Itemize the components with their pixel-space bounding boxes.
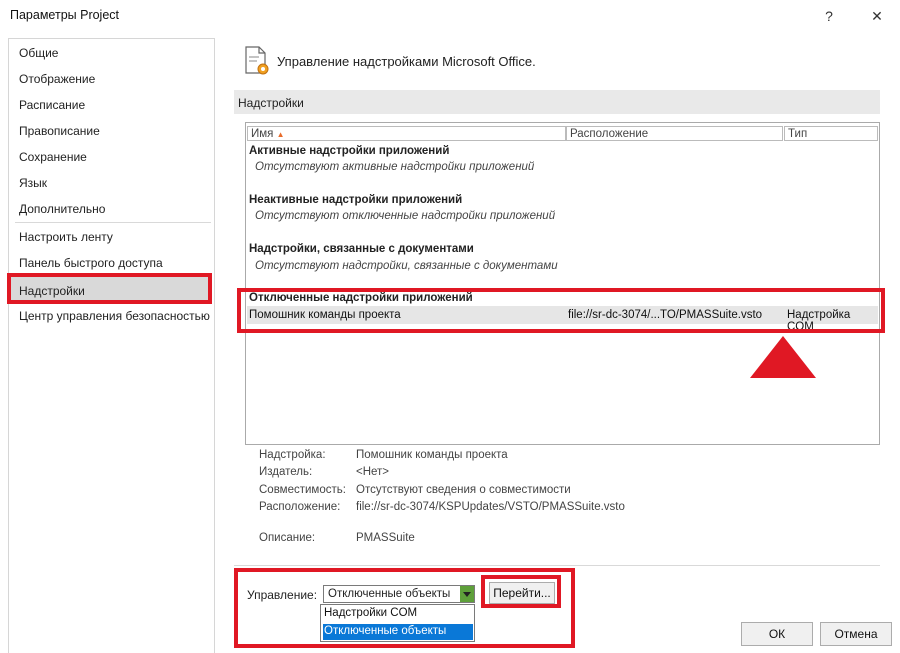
- sidebar-item-schedule[interactable]: Расписание: [19, 98, 85, 112]
- detail-addin-label: Надстройка:: [259, 449, 326, 461]
- title-bar: [0, 0, 900, 32]
- divider: [234, 565, 880, 566]
- triangle-marker-icon: [748, 334, 818, 380]
- ok-button[interactable]: ОК: [741, 622, 813, 646]
- sidebar-item-quick-access[interactable]: Панель быстрого доступа: [19, 256, 163, 270]
- group-empty-active: Отсутствуют активные надстройки приложен…: [255, 161, 535, 173]
- group-empty-document: Отсутствуют надстройки, связанные с доку…: [255, 260, 558, 272]
- window-title: Параметры Project: [10, 8, 120, 22]
- detail-location-label: Расположение:: [259, 501, 341, 513]
- highlight-box-manage: [234, 568, 575, 648]
- detail-addin-value: Помошник команды проекта: [356, 449, 508, 461]
- sidebar-divider: [15, 222, 211, 223]
- group-title-active: Активные надстройки приложений: [249, 145, 450, 157]
- sidebar-item-display[interactable]: Отображение: [19, 72, 95, 86]
- sidebar-item-customize-ribbon[interactable]: Настроить ленту: [19, 230, 113, 244]
- addins-icon: [243, 45, 271, 77]
- sidebar-item-general[interactable]: Общие: [19, 46, 58, 60]
- addins-list[interactable]: Имя ▲ Расположение Тип Активные надстрой…: [245, 122, 880, 445]
- group-empty-inactive: Отсутствуют отключенные надстройки прило…: [255, 210, 556, 222]
- help-button[interactable]: ?: [814, 4, 844, 28]
- section-bar: [234, 90, 880, 114]
- detail-compat-value: Отсутствуют сведения о совместимости: [356, 484, 571, 496]
- highlight-box-addins: [7, 273, 212, 304]
- detail-publisher-label: Издатель:: [259, 466, 313, 478]
- detail-description-label: Описание:: [259, 532, 316, 544]
- sidebar-item-advanced[interactable]: Дополнительно: [19, 202, 105, 216]
- group-title-document: Надстройки, связанные с документами: [249, 243, 474, 255]
- section-title: Надстройки: [238, 96, 304, 110]
- detail-location-value: file://sr-dc-3074/KSPUpdates/VSTO/PMASSu…: [356, 501, 625, 513]
- column-header-name-label: Имя: [251, 128, 274, 140]
- sidebar-item-language[interactable]: Язык: [19, 176, 47, 190]
- close-button[interactable]: ✕: [862, 4, 892, 28]
- detail-description-value: PMASSuite: [356, 532, 415, 544]
- sidebar-item-trust-center[interactable]: Центр управления безопасностью: [19, 309, 210, 323]
- group-title-inactive: Неактивные надстройки приложений: [249, 194, 463, 206]
- column-header-location[interactable]: Расположение: [566, 126, 783, 141]
- column-header-name[interactable]: Имя ▲: [247, 126, 566, 141]
- highlight-box-disabled-addins: [237, 288, 885, 333]
- detail-publisher-value: <Нет>: [356, 466, 390, 478]
- sort-ascending-icon: ▲: [276, 130, 285, 139]
- column-header-type[interactable]: Тип: [784, 126, 878, 141]
- page-header: Управление надстройками Microsoft Office…: [277, 54, 536, 69]
- sidebar: Общие Отображение Расписание Правописани…: [8, 38, 215, 653]
- cancel-button[interactable]: Отмена: [820, 622, 892, 646]
- sidebar-item-proofing[interactable]: Правописание: [19, 124, 100, 138]
- detail-compat-label: Совместимость:: [259, 484, 346, 496]
- sidebar-item-save[interactable]: Сохранение: [19, 150, 87, 164]
